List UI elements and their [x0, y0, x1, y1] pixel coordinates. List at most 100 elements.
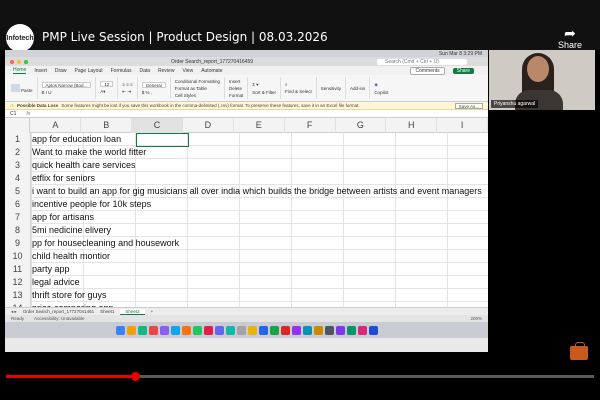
- font-size-select[interactable]: 12: [100, 81, 114, 87]
- dock-app-icon[interactable]: [258, 325, 268, 335]
- dock-app-icon[interactable]: [126, 325, 136, 335]
- dock-app-icon[interactable]: [269, 325, 279, 335]
- cell-a[interactable]: pp for housecleaning and housework: [32, 237, 179, 250]
- column-header-d[interactable]: D: [183, 118, 234, 133]
- format-cells-button[interactable]: Format: [229, 93, 243, 98]
- cell-a[interactable]: i want to build an app for gig musicians…: [32, 185, 482, 198]
- column-header-b[interactable]: B: [81, 118, 133, 133]
- font-style-buttons[interactable]: B I U: [42, 90, 92, 95]
- share-button[interactable]: ➦ Share: [552, 26, 588, 50]
- column-header-f[interactable]: F: [285, 118, 336, 133]
- cell-a[interactable]: etflix for seniors: [32, 172, 95, 185]
- cell-a[interactable]: incentive people for 10k steps: [32, 198, 151, 211]
- column-header-a[interactable]: A: [30, 118, 82, 133]
- copilot-button[interactable]: Copilot: [374, 90, 388, 95]
- tab-draw[interactable]: Draw: [55, 68, 67, 74]
- formula-input[interactable]: [40, 111, 483, 117]
- row-header[interactable]: 1: [5, 133, 31, 146]
- row-header[interactable]: 2: [5, 146, 31, 159]
- paste-button[interactable]: Paste: [11, 83, 33, 93]
- tab-insert[interactable]: Insert: [34, 68, 47, 74]
- select-all-corner[interactable]: [5, 118, 31, 133]
- tab-home[interactable]: Home: [13, 67, 27, 74]
- row-header[interactable]: 6: [5, 198, 31, 211]
- row-header[interactable]: 3: [5, 159, 31, 172]
- font-color-icon[interactable]: A▾: [100, 89, 113, 95]
- cell-a[interactable]: Want to make the world fitter: [32, 146, 146, 159]
- dock-app-icon[interactable]: [357, 325, 367, 335]
- tab-page-layout[interactable]: Page Layout: [75, 68, 103, 74]
- dock-app-icon[interactable]: [236, 325, 246, 335]
- cell-a[interactable]: party app: [32, 263, 70, 276]
- format-as-table-button[interactable]: Format as Table: [175, 86, 220, 91]
- tab-view[interactable]: View: [182, 68, 193, 74]
- dock-app-icon[interactable]: [247, 325, 257, 335]
- dock-app-icon[interactable]: [324, 325, 334, 335]
- cell-a[interactable]: quick health care services: [32, 159, 136, 172]
- zoom-window-icon[interactable]: [24, 59, 28, 64]
- cell-a[interactable]: app for artisans: [32, 211, 94, 224]
- sheet-tab-sheet2[interactable]: Sheet2: [120, 308, 145, 315]
- participant-video-tile[interactable]: Priyanshu agarwal: [489, 50, 595, 110]
- column-header-g[interactable]: G: [336, 118, 387, 133]
- dock-app-icon[interactable]: [159, 325, 169, 335]
- status-accessibility[interactable]: Accessibility: Unavailable: [34, 316, 85, 321]
- row-header[interactable]: 9: [5, 237, 31, 250]
- video-progress-bar[interactable]: [6, 372, 594, 381]
- row-header[interactable]: 12: [5, 276, 31, 289]
- dock-app-icon[interactable]: [346, 325, 356, 335]
- dock-app-icon[interactable]: [291, 325, 301, 335]
- channel-logo[interactable]: Infotech: [6, 24, 34, 52]
- dock-app-icon[interactable]: [280, 325, 290, 335]
- tab-data[interactable]: Data: [139, 68, 150, 74]
- sheet-tab-sheet1[interactable]: Sheet1: [100, 309, 114, 314]
- cell-a[interactable]: price comparing app: [32, 302, 114, 307]
- tab-formulas[interactable]: Formulas: [111, 68, 132, 74]
- spreadsheet-grid[interactable]: ABCDEFGHI 1 app for education loan 2 Want t…: [5, 118, 488, 307]
- tab-automate[interactable]: Automate: [201, 68, 222, 74]
- comments-button[interactable]: Comments: [410, 66, 445, 75]
- number-format-icons[interactable]: $ % ,: [142, 90, 166, 95]
- dock-app-icon[interactable]: [170, 325, 180, 335]
- delete-cells-button[interactable]: Delete: [229, 86, 243, 91]
- row-header[interactable]: 5: [5, 185, 31, 198]
- cell-a[interactable]: legal advice: [32, 276, 80, 289]
- dock-app-icon[interactable]: [335, 325, 345, 335]
- sensitivity-button[interactable]: Sensitivity: [321, 86, 341, 91]
- dock-app-icon[interactable]: [368, 325, 378, 335]
- row-header[interactable]: 11: [5, 263, 31, 276]
- dock-app-icon[interactable]: [115, 325, 125, 335]
- cell-a[interactable]: 5mi nedicine elivery: [32, 224, 111, 237]
- cell-a[interactable]: thrift store for guys: [32, 289, 107, 302]
- find-select-button[interactable]: Find & Select: [285, 89, 312, 94]
- wrap-icons[interactable]: ⇤ ⇥: [122, 89, 132, 95]
- sheet-nav-icon[interactable]: ◂ ▸: [11, 309, 17, 315]
- dock-app-icon[interactable]: [148, 325, 158, 335]
- active-cell-c1[interactable]: [136, 133, 189, 147]
- dock-app-icon[interactable]: [137, 325, 147, 335]
- row-header[interactable]: 7: [5, 211, 31, 224]
- dock-app-icon[interactable]: [181, 325, 191, 335]
- dock-app-icon[interactable]: [225, 325, 235, 335]
- cell-a[interactable]: child health montior: [32, 250, 110, 263]
- row-header[interactable]: 10: [5, 250, 31, 263]
- row-header[interactable]: 4: [5, 172, 31, 185]
- dock-app-icon[interactable]: [203, 325, 213, 335]
- cell-a[interactable]: app for education loan: [32, 133, 121, 146]
- sort-filter-button[interactable]: Sort & Filter: [252, 90, 276, 95]
- row-header[interactable]: 14: [5, 302, 31, 307]
- conditional-formatting-button[interactable]: Conditional Formatting: [175, 79, 220, 84]
- autosum-icon[interactable]: Σ ▾: [252, 82, 276, 88]
- dock-app-icon[interactable]: [192, 325, 202, 335]
- dock-app-icon[interactable]: [214, 325, 224, 335]
- video-scrubber-handle[interactable]: [131, 372, 141, 381]
- align-icons[interactable]: ≡ ≡ ≡: [122, 82, 132, 87]
- add-ins-button[interactable]: Add-ins: [350, 86, 365, 91]
- add-sheet-button[interactable]: +: [151, 309, 154, 314]
- zoom-level[interactable]: 200%: [470, 316, 482, 321]
- column-header-c[interactable]: C: [132, 118, 183, 133]
- number-format-select[interactable]: General: [141, 81, 166, 88]
- excel-search-input[interactable]: Search (Cmd + Ctrl + U): [377, 58, 467, 65]
- cell-styles-button[interactable]: Cell Styles: [175, 93, 220, 98]
- row-header[interactable]: 13: [5, 289, 31, 302]
